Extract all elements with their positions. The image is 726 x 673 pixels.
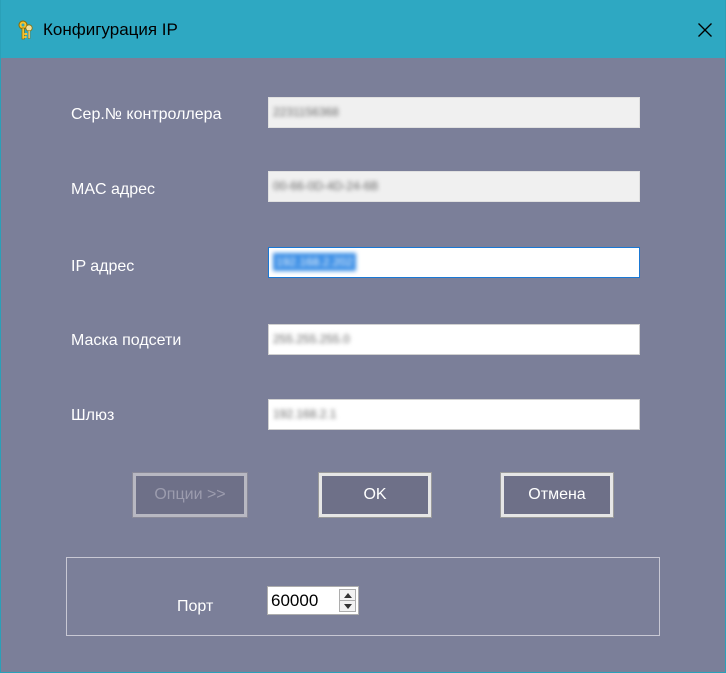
keys-icon [15,19,37,41]
ip-address-field[interactable]: 192.168.2.202 [268,247,640,278]
title-bar: Конфигурация IP [1,0,725,58]
window-title: Конфигурация IP [43,20,178,39]
ip-config-dialog: Конфигурация IP Сер.№ контроллера 223115… [0,0,726,673]
spin-down-button[interactable] [340,601,355,611]
mac-field[interactable]: 00-66-0D-4D-24-6B [268,171,640,202]
close-icon [698,23,712,37]
mac-label: MAC адрес [71,181,156,198]
serial-label: Сер.№ контроллера [71,106,222,123]
subnet-mask-value: 255.255.255.0 [273,332,350,346]
ok-button[interactable]: OK [318,472,432,518]
port-label: Порт [177,598,214,615]
subnet-mask-field[interactable]: 255.255.255.0 [268,324,640,355]
gateway-label: Шлюз [71,407,115,424]
port-spin-buttons [339,589,356,612]
mac-value: 00-66-0D-4D-24-6B [273,179,379,193]
port-stepper[interactable]: 60000 [267,586,359,615]
port-group-box [66,557,660,636]
serial-value: 2231156368 [273,105,339,119]
close-button[interactable] [685,14,725,46]
cancel-button[interactable]: Отмена [500,472,614,518]
gateway-field[interactable]: 192.168.2.1 [268,399,640,430]
subnet-mask-label: Маска подсети [71,332,182,349]
serial-field[interactable]: 2231156368 [268,97,640,128]
spin-down-icon [343,603,352,609]
gateway-value: 192.168.2.1 [273,407,337,421]
ip-label: IP адрес [71,258,135,275]
options-button[interactable]: Опции >> [132,472,248,518]
spin-up-button[interactable] [340,590,355,601]
spin-up-icon [343,592,352,598]
ip-value: 192.168.2.202 [273,253,356,271]
port-value: 60000 [271,591,319,610]
